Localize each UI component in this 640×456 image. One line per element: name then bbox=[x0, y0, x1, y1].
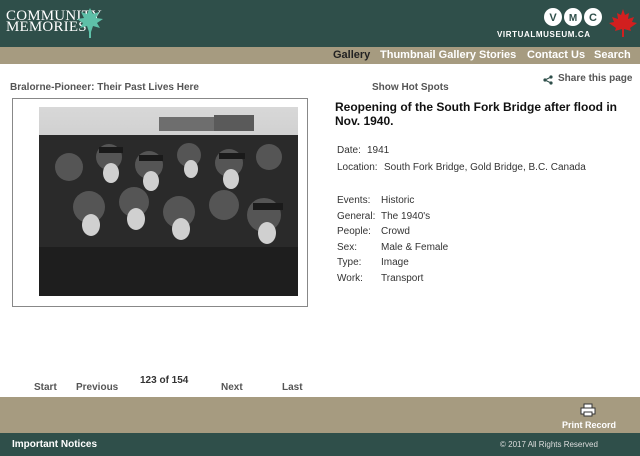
pager-position: 123 of 154 bbox=[140, 375, 189, 386]
pager-previous[interactable]: Previous bbox=[76, 382, 118, 393]
general-label: General: bbox=[337, 211, 376, 222]
site-header: COMMUNITY MEMORIES V M C VIRTUALMUSEUM.C… bbox=[0, 0, 640, 47]
nav-search[interactable]: Search bbox=[594, 47, 631, 64]
meta-events: Events: Historic bbox=[337, 195, 414, 207]
printer-icon[interactable] bbox=[580, 403, 596, 417]
maple-leaf-icon bbox=[609, 9, 637, 37]
record-title: Reopening of the South Fork Bridge after… bbox=[335, 100, 617, 128]
date-label: Date: bbox=[337, 145, 361, 156]
pager-next[interactable]: Next bbox=[221, 382, 243, 393]
pager-start[interactable]: Start bbox=[34, 382, 57, 393]
pager-last[interactable]: Last bbox=[282, 382, 303, 393]
sex-label: Sex: bbox=[337, 242, 358, 253]
meta-type: Type: Image bbox=[337, 257, 409, 269]
nav-thumbnail-gallery[interactable]: Thumbnail Gallery bbox=[380, 47, 476, 64]
nav-contact-us[interactable]: Contact Us bbox=[527, 47, 585, 64]
footer-band bbox=[0, 397, 640, 433]
general-value: The 1940's bbox=[381, 211, 431, 222]
svg-text:M: M bbox=[569, 13, 577, 24]
share-icon[interactable] bbox=[543, 75, 553, 85]
print-record-button[interactable]: Print Record bbox=[562, 420, 616, 430]
important-notices-link[interactable]: Important Notices bbox=[12, 439, 97, 450]
location-label: Location: bbox=[337, 162, 378, 173]
people-value: Crowd bbox=[381, 226, 410, 237]
breadcrumb[interactable]: Bralorne-Pioneer: Their Past Lives Here bbox=[10, 82, 199, 93]
work-label: Work: bbox=[337, 273, 363, 284]
vmc-logo-icon[interactable]: V M C bbox=[543, 7, 603, 27]
meta-location: Location: South Fork Bridge, Gold Bridge… bbox=[337, 162, 586, 174]
type-value: Image bbox=[381, 257, 409, 268]
events-label: Events: bbox=[337, 195, 371, 206]
date-value: 1941 bbox=[367, 145, 390, 156]
copyright-text: © 2017 All Rights Reserved bbox=[500, 440, 598, 449]
meta-sex: Sex: Male & Female bbox=[337, 242, 448, 254]
meta-date: Date: 1941 bbox=[337, 145, 389, 157]
people-label: People: bbox=[337, 226, 371, 237]
sex-value: Male & Female bbox=[381, 242, 449, 253]
meta-general: General: The 1940's bbox=[337, 211, 430, 223]
work-value: Transport bbox=[381, 273, 424, 284]
events-value: Historic bbox=[381, 195, 415, 206]
meta-work: Work: Transport bbox=[337, 273, 423, 285]
vmc-label: VIRTUALMUSEUM.CA bbox=[497, 30, 591, 39]
crowd-photograph[interactable] bbox=[39, 107, 298, 296]
svg-text:V: V bbox=[549, 12, 557, 24]
nav-gallery[interactable]: Gallery bbox=[333, 47, 370, 64]
svg-text:C: C bbox=[589, 12, 597, 24]
photo-frame bbox=[12, 98, 308, 307]
main-nav: Gallery Thumbnail Gallery Stories Contac… bbox=[0, 47, 640, 64]
type-label: Type: bbox=[337, 257, 362, 268]
show-hot-spots-link[interactable]: Show Hot Spots bbox=[372, 82, 449, 93]
nav-stories[interactable]: Stories bbox=[479, 47, 516, 64]
photo-image bbox=[39, 107, 298, 296]
leaf-tree-icon bbox=[77, 8, 103, 38]
meta-people: People: Crowd bbox=[337, 226, 410, 238]
location-value: South Fork Bridge, Gold Bridge, B.C. Can… bbox=[384, 162, 586, 173]
share-this-page-link[interactable]: Share this page bbox=[558, 73, 632, 84]
